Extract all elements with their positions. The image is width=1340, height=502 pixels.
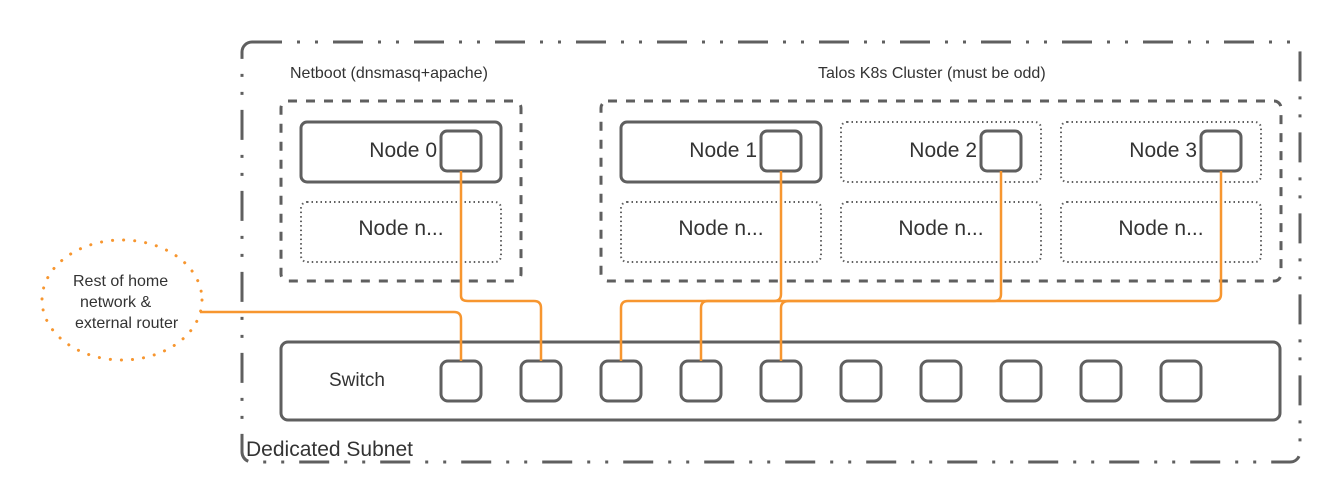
netboot-group-label: Netboot (dnsmasq+apache) [290,65,488,82]
switch-label: Switch [329,370,385,391]
netboot-node-n-label: Node n... [358,217,443,240]
node-1-label: Node 1 [689,139,757,162]
external-network[interactable]: Rest of home network & external router [40,238,204,362]
external-network-label-line-2: network & [80,294,151,311]
cluster-node-n-3-label: Node n... [1118,217,1203,240]
node-0[interactable]: Node 0 [299,120,503,184]
switch-port-4[interactable] [679,359,723,403]
node-3[interactable]: Node 3 [1060,121,1262,183]
switch-port-3[interactable] [599,359,643,403]
switch-port-1[interactable] [439,359,483,403]
switch-port-5[interactable] [759,359,803,403]
netboot-node-n[interactable]: Node n... [300,201,502,263]
switch-port-10[interactable] [1159,359,1203,403]
network-diagram: Dedicated Subnet Netboot (dnsmasq+apache… [40,40,1302,464]
switch-port-7[interactable] [919,359,963,403]
wire-node-2-to-port-4 [699,171,1003,361]
switch-port-2[interactable] [519,359,563,403]
wire-node-0-to-port-2 [459,171,543,361]
switch-port-8[interactable] [999,359,1043,403]
node-3-nic-port [1199,129,1243,173]
node-3-label: Node 3 [1129,139,1197,162]
node-1[interactable]: Node 1 [619,120,823,184]
node-2-nic-port [979,129,1023,173]
cluster-node-n-1[interactable]: Node n... [620,201,822,263]
dedicated-subnet-label: Dedicated Subnet [246,438,413,461]
node-1-nic-port [759,129,803,173]
cluster-node-n-2[interactable]: Node n... [840,201,1042,263]
cluster-node-n-2-label: Node n... [898,217,983,240]
cluster-group-label: Talos K8s Cluster (must be odd) [818,65,1046,82]
external-network-label-line-1: Rest of home [73,273,168,290]
node-0-label: Node 0 [369,139,437,162]
cluster-node-n-1-label: Node n... [678,217,763,240]
node-2-label: Node 2 [909,139,977,162]
wires [200,171,1223,361]
switch-port-9[interactable] [1079,359,1123,403]
switch-port-6[interactable] [839,359,883,403]
node-0-nic-port [439,129,483,173]
external-network-label-line-3: external router [75,315,179,332]
node-2[interactable]: Node 2 [840,121,1042,183]
cluster-node-n-3[interactable]: Node n... [1060,201,1262,263]
